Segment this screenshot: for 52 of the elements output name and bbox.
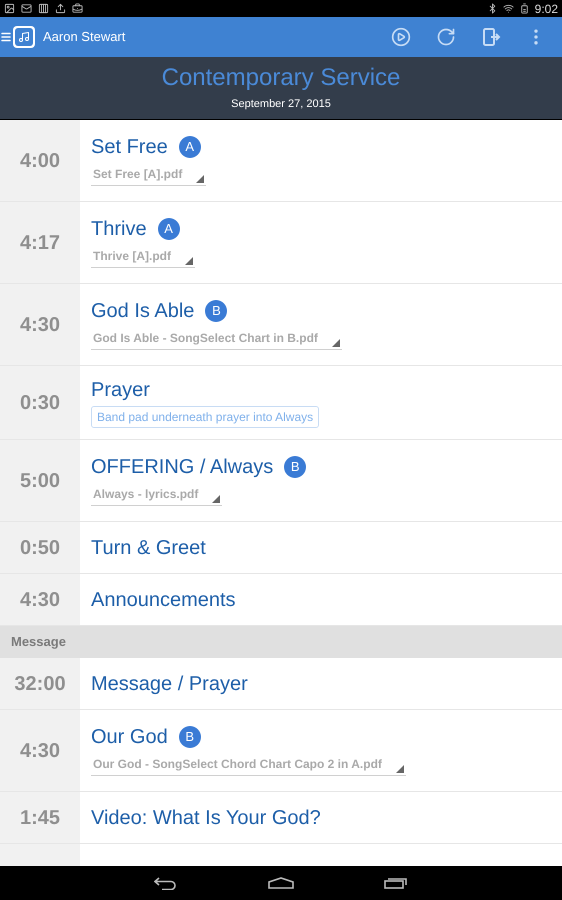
- duration: 4:30: [20, 312, 60, 338]
- clock: 9:02: [534, 0, 558, 18]
- key-badge: B: [178, 726, 201, 748]
- dropdown-corner-icon: [212, 495, 220, 503]
- back-icon[interactable]: [154, 876, 178, 890]
- key-badge: A: [158, 218, 180, 240]
- duration: 32:00: [14, 672, 66, 696]
- dropdown-corner-icon: [332, 339, 340, 347]
- item-title[interactable]: Message / Prayer: [91, 668, 248, 698]
- tablet-arrow-icon[interactable]: [481, 27, 501, 47]
- image-icon: [4, 3, 15, 14]
- duration: 5:00: [20, 468, 60, 494]
- item-title[interactable]: Thrive: [91, 217, 147, 241]
- briefcase-icon: [72, 3, 83, 14]
- battery-icon: [518, 3, 530, 14]
- key-badge: B: [284, 456, 306, 478]
- item-title[interactable]: Our God: [91, 725, 168, 749]
- section-label: Message: [11, 633, 66, 652]
- home-icon[interactable]: [268, 877, 294, 889]
- duration: 4:30: [20, 738, 60, 764]
- play-icon[interactable]: [391, 27, 411, 47]
- note-tag: Band pad underneath prayer into Always: [91, 406, 320, 428]
- service-title: Contemporary Service: [162, 64, 400, 92]
- item-title[interactable]: God Is Able: [91, 299, 194, 323]
- columns-icon: [38, 3, 49, 14]
- app-logo: [13, 26, 35, 48]
- mail-icon: [21, 3, 32, 14]
- duration: 4:30: [20, 588, 60, 612]
- item-title[interactable]: Set Free: [91, 135, 168, 159]
- dropdown-corner-icon: [396, 765, 404, 773]
- menu-icon[interactable]: [0, 31, 12, 43]
- key-badge: B: [205, 300, 228, 322]
- duration: 1:45: [20, 806, 60, 830]
- item-title[interactable]: OFFERING / Always: [91, 455, 274, 479]
- item-title[interactable]: Prayer: [91, 378, 320, 402]
- duration: 4:00: [20, 148, 60, 174]
- account-name: Aaron Stewart: [43, 28, 126, 46]
- item-title[interactable]: Video: What Is Your God?: [91, 802, 321, 832]
- duration: 4:17: [20, 230, 60, 256]
- recent-apps-icon[interactable]: [384, 877, 408, 889]
- refresh-icon[interactable]: [436, 27, 456, 47]
- dropdown-corner-icon: [185, 257, 193, 265]
- dropdown-corner-icon: [196, 175, 204, 183]
- upload-icon: [55, 3, 66, 14]
- bluetooth-icon: [486, 3, 498, 14]
- item-title[interactable]: Turn & Greet: [91, 532, 206, 562]
- item-title[interactable]: Announcements: [91, 584, 236, 614]
- duration: 0:50: [20, 536, 60, 560]
- duration: 0:30: [20, 390, 60, 416]
- key-badge: A: [178, 136, 201, 158]
- service-date: September 27, 2015: [231, 96, 331, 112]
- wifi-icon: [502, 3, 514, 14]
